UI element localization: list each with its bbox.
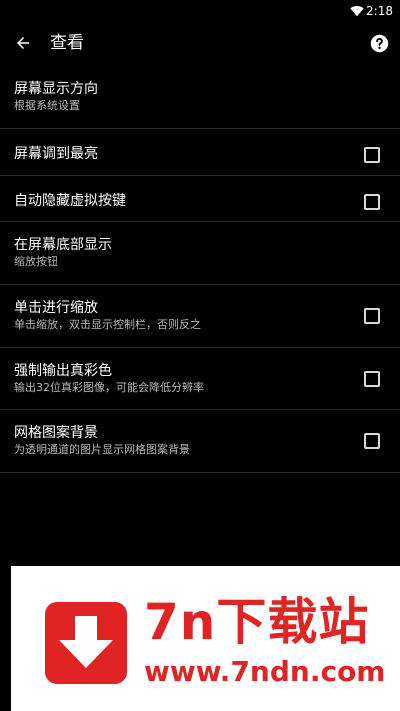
setting-summary: 缩放按钮	[14, 255, 58, 268]
setting-bottom-display[interactable]: 在屏幕底部显示 缩放按钮	[0, 222, 400, 285]
setting-force-true-color[interactable]: 强制输出真彩色 输出32位真彩图像，可能会降低分辨率	[0, 348, 400, 410]
setting-max-brightness[interactable]: 屏幕调到最亮	[0, 129, 400, 176]
status-bar: 2:18	[0, 0, 400, 24]
page-title: 查看	[50, 33, 84, 53]
setting-summary: 为透明通道的图片显示网格图案背景	[14, 443, 190, 456]
auto-hide-nav-keys-checkbox[interactable]	[364, 194, 380, 210]
setting-label: 屏幕显示方向	[14, 81, 98, 97]
max-brightness-checkbox[interactable]	[364, 147, 380, 163]
back-button[interactable]	[6, 26, 40, 60]
setting-auto-hide-nav-keys[interactable]: 自动隐藏虚拟按键	[0, 176, 400, 222]
app-bar: 查看	[0, 24, 400, 64]
setting-label: 网格图案背景	[14, 425, 98, 441]
setting-label: 屏幕调到最亮	[14, 146, 98, 162]
grid-background-checkbox[interactable]	[364, 433, 380, 449]
watermark-url: www.7ndn.com	[144, 655, 386, 688]
setting-label: 自动隐藏虚拟按键	[14, 193, 126, 209]
setting-label: 在屏幕底部显示	[14, 237, 112, 253]
setting-label: 强制输出真彩色	[14, 363, 112, 379]
force-true-color-checkbox[interactable]	[364, 371, 380, 387]
tap-to-zoom-checkbox[interactable]	[364, 308, 380, 324]
download-arrow-icon	[45, 602, 127, 684]
watermark-banner: 7n下载站 www.7ndn.com	[11, 566, 400, 711]
help-button[interactable]	[364, 28, 394, 58]
setting-tap-to-zoom[interactable]: 单击进行缩放 单击缩放，双击显示控制栏，否则反之	[0, 285, 400, 348]
status-time: 2:18	[366, 4, 393, 18]
wifi-icon	[350, 6, 364, 17]
setting-summary: 单击缩放，双击显示控制栏，否则反之	[14, 318, 201, 331]
setting-label: 单击进行缩放	[14, 300, 98, 316]
watermark-title: 7n下载站	[144, 593, 370, 651]
setting-grid-background[interactable]: 网格图案背景 为透明通道的图片显示网格图案背景	[0, 410, 400, 473]
arrow-back-icon	[17, 37, 29, 49]
setting-screen-orientation[interactable]: 屏幕显示方向 根据系统设置	[0, 66, 400, 129]
setting-summary: 根据系统设置	[14, 99, 80, 112]
help-circle-icon	[370, 34, 388, 52]
setting-summary: 输出32位真彩图像，可能会降低分辨率	[14, 381, 204, 394]
settings-list: 屏幕显示方向 根据系统设置 屏幕调到最亮 自动隐藏虚拟按键 在屏幕底部显示 缩放…	[0, 66, 400, 473]
